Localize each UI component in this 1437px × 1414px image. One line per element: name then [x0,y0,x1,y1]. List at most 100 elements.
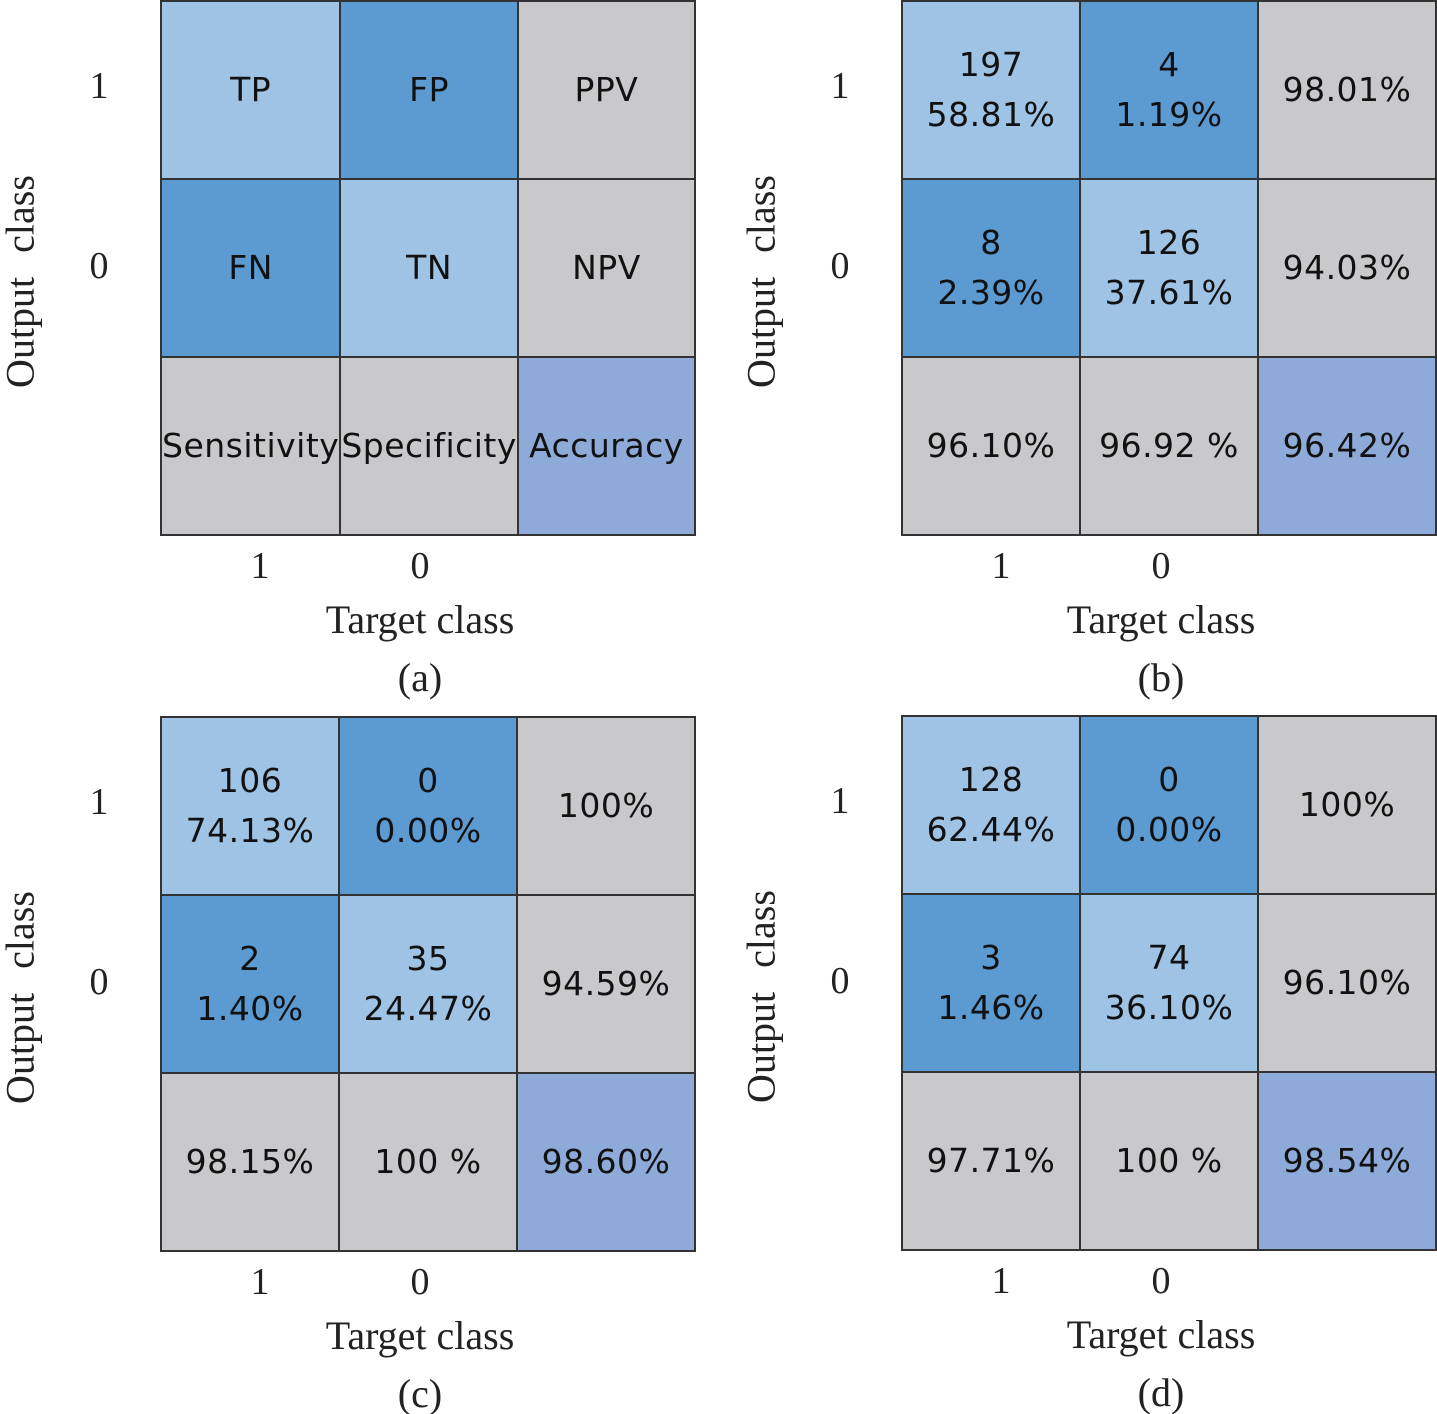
row-tick-label: 0 [89,961,109,1003]
cell-value: NPV [572,248,641,287]
cell-value: Accuracy [529,426,684,465]
x-axis-label: Target class [325,1313,515,1358]
matrix-cell: 100 % [339,1073,517,1251]
cell-value: 128 [958,760,1024,799]
panel-label: (d) [1137,1370,1185,1414]
matrix-cell: 96.10% [902,357,1080,535]
cell-value: 37.61% [1104,273,1234,312]
panel-label: (a) [397,655,443,700]
matrix-cell: 94.03% [1258,179,1436,357]
matrix-cell: 8 2.39% [902,179,1080,357]
cell-value: 1.46% [937,988,1045,1027]
panel-label: (b) [1137,655,1185,700]
y-axis-label: Output class [0,891,43,1104]
cell-value: 96.42% [1282,426,1412,465]
confusion-matrix-panel: 106 74.13% 0 0.00% 100% 2 1.40% 35 24.47% 94.59% 9… [0,716,720,1414]
cell-value: 100% [1298,785,1396,824]
cell-value: 4 [1158,45,1180,84]
cell-value: PPV [574,70,639,109]
cell-value: 8 [980,223,1002,262]
matrix-cell: 106 74.13% [161,717,339,895]
cell-value: 94.59% [541,964,671,1003]
confusion-matrix-panel: 128 62.44% 0 0.00% 100% 3 1.46% 74 36.10% 96.10% 9… [738,715,1437,1414]
matrix-cell: FN [161,179,341,357]
matrix-cell: Sensitivity [161,357,341,535]
cell-value: 1.40% [196,989,304,1028]
cell-value: 106 [217,761,283,800]
y-axis-label: Output class [738,890,784,1103]
cell-value: 58.81% [926,95,1056,134]
matrix-grid: 197 58.81% 4 1.19% 98.01% 8 2.39% 126 37.61% 94.0… [901,0,1437,536]
cell-value: 0.00% [1115,810,1223,849]
cell-value: Sensitivity [162,426,340,465]
col-tick-label: 0 [410,545,430,587]
cell-value: 74.13% [185,811,315,850]
matrix-cell: 96.42% [1258,357,1436,535]
cell-value: 197 [958,45,1024,84]
cell-value: 3 [980,938,1002,977]
matrix-cell: 98.54% [1258,1072,1436,1250]
panel-label: (c) [397,1371,443,1414]
matrix-cell: 0 0.00% [339,717,517,895]
col-tick-label: 1 [250,1261,270,1303]
cell-value: 94.03% [1282,248,1412,287]
row-tick-label: 1 [89,65,109,107]
cell-value: 100 % [1115,1141,1223,1180]
matrix-grid: 128 62.44% 0 0.00% 100% 3 1.46% 74 36.10% 96.10% 9… [901,715,1437,1251]
col-tick-label: 0 [410,1261,430,1303]
col-tick-label: 1 [991,1260,1011,1302]
matrix-cell: 4 1.19% [1080,1,1258,179]
confusion-matrix-panel: 197 58.81% 4 1.19% 98.01% 8 2.39% 126 37.61% 94.0… [738,0,1437,700]
cell-value: 98.60% [541,1142,671,1181]
matrix-cell: 100% [517,717,695,895]
matrix-cell: 2 1.40% [161,895,339,1073]
cell-value: 24.47% [363,989,493,1028]
cell-value: 98.54% [1282,1141,1412,1180]
cell-value: 96.10% [1282,963,1412,1002]
cell-value: 2 [239,939,261,978]
row-tick-label: 1 [830,780,850,822]
cell-value: 35 [406,939,450,978]
matrix-cell: 197 58.81% [902,1,1080,179]
matrix-cell: TP [161,1,341,179]
cell-value: 2.39% [937,273,1045,312]
y-axis-label: Output class [0,175,43,388]
cell-value: 0.00% [374,811,482,850]
cell-value: 97.71% [926,1141,1056,1180]
matrix-cell: Accuracy [517,357,695,535]
cell-value: 100 % [374,1142,482,1181]
matrix-cell: 96.92 % [1080,357,1258,535]
matrix-cell: 3 1.46% [902,894,1080,1072]
matrix-cell: 97.71% [902,1072,1080,1250]
col-tick-label: 1 [991,545,1011,587]
row-tick-label: 0 [830,245,850,287]
cell-value: Specificity [341,426,517,465]
cell-value: 126 [1136,223,1202,262]
y-axis-label: Output class [738,175,784,388]
row-tick-label: 1 [830,65,850,107]
x-axis-label: Target class [1066,1312,1256,1357]
cell-value: FN [228,248,273,287]
col-tick-label: 0 [1151,1260,1171,1302]
cell-value: 96.10% [926,426,1056,465]
matrix-cell: FP [340,1,518,179]
cell-value: 62.44% [926,810,1056,849]
matrix-cell: 98.15% [161,1073,339,1251]
cell-value: 1.19% [1115,95,1223,134]
matrix-cell: PPV [517,1,695,179]
row-tick-label: 1 [89,781,109,823]
matrix-cell: 74 36.10% [1080,894,1258,1072]
matrix-cell: 98.01% [1258,1,1436,179]
cell-value: 98.01% [1282,70,1412,109]
cell-value: 36.10% [1104,988,1234,1027]
matrix-cell: TN [340,179,518,357]
matrix-grid: TP FP PPV FN TN NPV Sensitivity Specificity Accu… [160,0,696,536]
x-axis-label: Target class [325,597,515,642]
row-tick-label: 0 [830,960,850,1002]
matrix-cell: 94.59% [517,895,695,1073]
cell-value: TN [406,248,453,287]
matrix-cell: 98.60% [517,1073,695,1251]
x-axis-label: Target class [1066,597,1256,642]
matrix-cell: 0 0.00% [1080,716,1258,894]
matrix-grid: 106 74.13% 0 0.00% 100% 2 1.40% 35 24.47% 94.59% 9… [160,716,696,1252]
